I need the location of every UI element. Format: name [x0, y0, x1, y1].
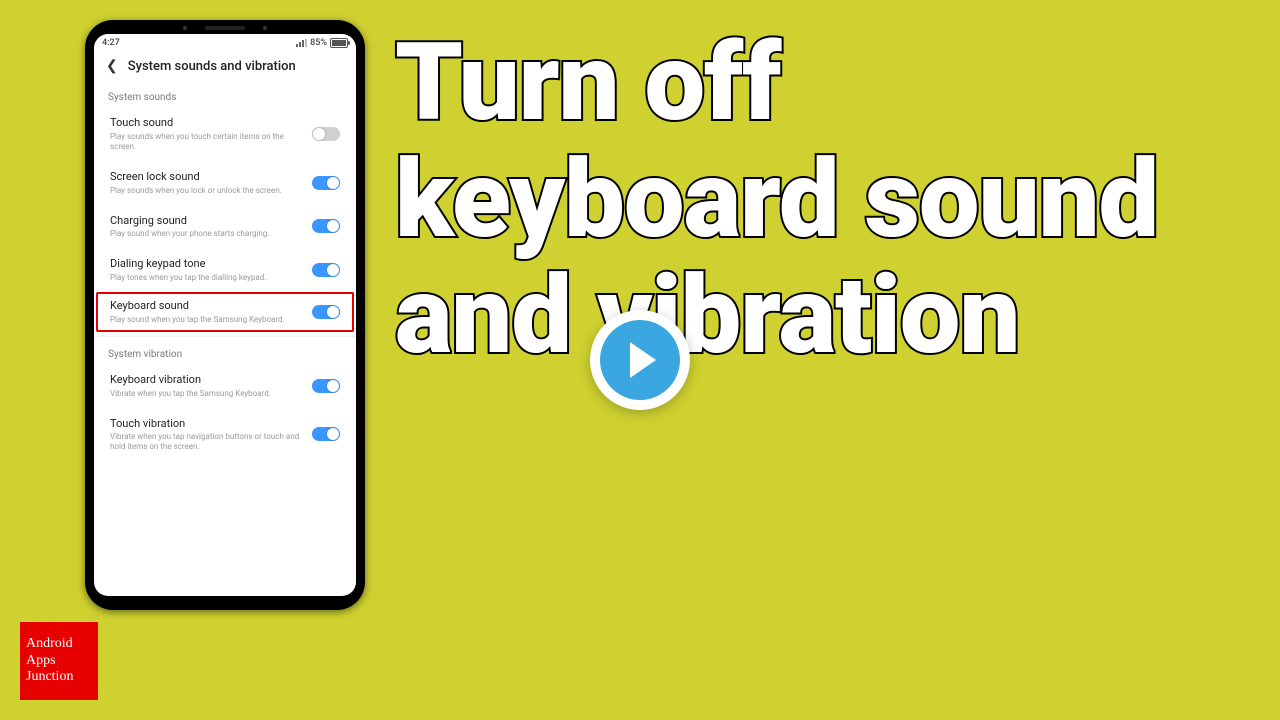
- toggle-keyboard-sound[interactable]: [312, 305, 340, 319]
- signal-icon: [296, 39, 307, 47]
- row-title: Screen lock sound: [110, 170, 302, 184]
- row-sub: Play sounds when you lock or unlock the …: [110, 186, 302, 196]
- logo-line3: Junction: [26, 669, 98, 686]
- row-sub: Play sound when you tap the Samsung Keyb…: [110, 315, 302, 325]
- row-title: Keyboard vibration: [110, 373, 302, 387]
- row-keyboard-vibration[interactable]: Keyboard vibration Vibrate when you tap …: [94, 364, 356, 408]
- section-label-system-vibration: System vibration: [94, 341, 356, 364]
- row-charging-sound[interactable]: Charging sound Play sound when your phon…: [94, 205, 356, 249]
- divider: [94, 336, 356, 337]
- row-title: Dialing keypad tone: [110, 257, 302, 271]
- battery-icon: [330, 38, 348, 48]
- logo-line1: Android: [26, 636, 98, 653]
- channel-logo[interactable]: Android Apps Junction: [20, 622, 98, 700]
- battery-pct: 85%: [310, 38, 327, 48]
- row-touch-sound[interactable]: Touch sound Play sounds when you touch c…: [94, 107, 356, 161]
- phone-frame: 4:27 85% ❮ System sounds and vibration S…: [85, 20, 365, 610]
- status-right: 85%: [296, 38, 348, 48]
- section-label-system-sounds: System sounds: [94, 84, 356, 107]
- row-screen-lock-sound[interactable]: Screen lock sound Play sounds when you l…: [94, 161, 356, 205]
- headline-text: Turn off keyboard sound and vibration: [395, 25, 1250, 375]
- row-sub: Play tones when you tap the dialling key…: [110, 273, 302, 283]
- status-bar: 4:27 85%: [94, 34, 356, 50]
- row-title: Keyboard sound: [110, 299, 302, 313]
- toggle-dialing-keypad-tone[interactable]: [312, 263, 340, 277]
- play-icon: [630, 342, 656, 378]
- status-time: 4:27: [102, 38, 120, 48]
- play-button[interactable]: [590, 310, 690, 410]
- row-touch-vibration[interactable]: Touch vibration Vibrate when you tap nav…: [94, 408, 356, 462]
- back-icon[interactable]: ❮: [106, 58, 118, 74]
- phone-screen: 4:27 85% ❮ System sounds and vibration S…: [94, 34, 356, 596]
- toggle-touch-vibration[interactable]: [312, 427, 340, 441]
- page-header: ❮ System sounds and vibration: [94, 50, 356, 84]
- toggle-touch-sound[interactable]: [312, 127, 340, 141]
- toggle-charging-sound[interactable]: [312, 219, 340, 233]
- row-title: Touch vibration: [110, 417, 302, 431]
- row-sub: Vibrate when you tap navigation buttons …: [110, 432, 302, 452]
- row-sub: Play sound when your phone starts chargi…: [110, 229, 302, 239]
- row-keyboard-sound[interactable]: Keyboard sound Play sound when you tap t…: [96, 292, 354, 332]
- play-button-inner: [600, 320, 680, 400]
- row-dialing-keypad-tone[interactable]: Dialing keypad tone Play tones when you …: [94, 248, 356, 292]
- phone-notch: [165, 24, 285, 32]
- row-title: Charging sound: [110, 214, 302, 228]
- video-thumbnail: 4:27 85% ❮ System sounds and vibration S…: [0, 0, 1280, 720]
- logo-line2: Apps: [26, 653, 98, 670]
- toggle-keyboard-vibration[interactable]: [312, 379, 340, 393]
- row-title: Touch sound: [110, 116, 302, 130]
- row-sub: Vibrate when you tap the Samsung Keyboar…: [110, 389, 302, 399]
- page-title: System sounds and vibration: [128, 59, 296, 74]
- row-sub: Play sounds when you touch certain items…: [110, 132, 302, 152]
- toggle-screen-lock-sound[interactable]: [312, 176, 340, 190]
